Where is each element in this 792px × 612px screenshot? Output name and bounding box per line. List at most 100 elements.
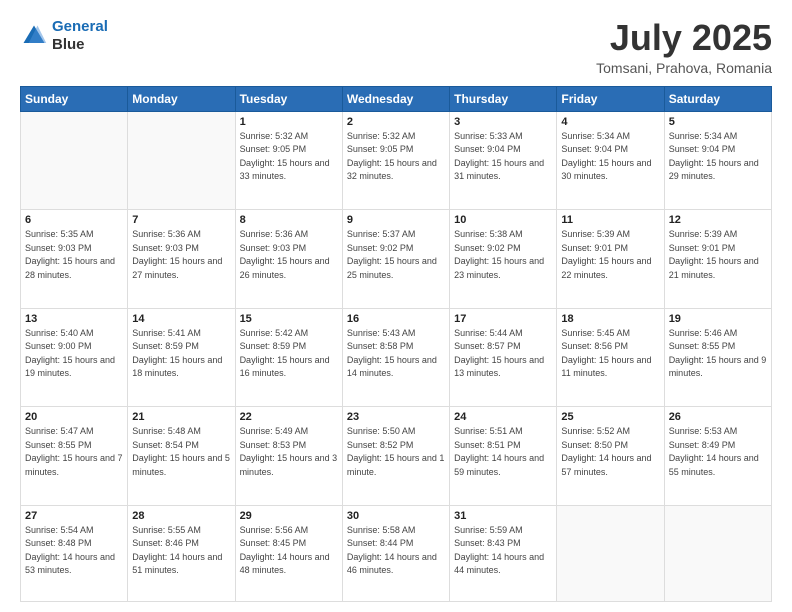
col-tuesday: Tuesday [235,86,342,111]
col-wednesday: Wednesday [342,86,449,111]
table-row: 22 Sunrise: 5:49 AMSunset: 8:53 PMDaylig… [235,407,342,506]
table-row: 17 Sunrise: 5:44 AMSunset: 8:57 PMDaylig… [450,308,557,407]
day-number: 5 [669,116,767,128]
table-row: 15 Sunrise: 5:42 AMSunset: 8:59 PMDaylig… [235,308,342,407]
table-row: 11 Sunrise: 5:39 AMSunset: 9:01 PMDaylig… [557,210,664,309]
day-detail: Sunrise: 5:45 AMSunset: 8:56 PMDaylight:… [561,328,651,379]
table-row: 27 Sunrise: 5:54 AMSunset: 8:48 PMDaylig… [21,505,128,601]
table-row: 20 Sunrise: 5:47 AMSunset: 8:55 PMDaylig… [21,407,128,506]
day-detail: Sunrise: 5:33 AMSunset: 9:04 PMDaylight:… [454,131,544,182]
calendar-week-row: 6 Sunrise: 5:35 AMSunset: 9:03 PMDayligh… [21,210,772,309]
day-number: 10 [454,214,552,226]
day-number: 16 [347,313,445,325]
day-detail: Sunrise: 5:34 AMSunset: 9:04 PMDaylight:… [561,131,651,182]
table-row: 18 Sunrise: 5:45 AMSunset: 8:56 PMDaylig… [557,308,664,407]
day-number: 28 [132,510,230,522]
day-detail: Sunrise: 5:36 AMSunset: 9:03 PMDaylight:… [240,229,330,280]
table-row [21,111,128,210]
day-number: 7 [132,214,230,226]
table-row: 16 Sunrise: 5:43 AMSunset: 8:58 PMDaylig… [342,308,449,407]
table-row: 8 Sunrise: 5:36 AMSunset: 9:03 PMDayligh… [235,210,342,309]
day-detail: Sunrise: 5:34 AMSunset: 9:04 PMDaylight:… [669,131,759,182]
day-detail: Sunrise: 5:32 AMSunset: 9:05 PMDaylight:… [240,131,330,182]
day-number: 19 [669,313,767,325]
day-detail: Sunrise: 5:38 AMSunset: 9:02 PMDaylight:… [454,229,544,280]
table-row: 4 Sunrise: 5:34 AMSunset: 9:04 PMDayligh… [557,111,664,210]
day-detail: Sunrise: 5:47 AMSunset: 8:55 PMDaylight:… [25,426,123,477]
table-row: 24 Sunrise: 5:51 AMSunset: 8:51 PMDaylig… [450,407,557,506]
table-row: 14 Sunrise: 5:41 AMSunset: 8:59 PMDaylig… [128,308,235,407]
table-row: 9 Sunrise: 5:37 AMSunset: 9:02 PMDayligh… [342,210,449,309]
day-number: 12 [669,214,767,226]
day-number: 11 [561,214,659,226]
day-detail: Sunrise: 5:49 AMSunset: 8:53 PMDaylight:… [240,426,338,477]
day-detail: Sunrise: 5:39 AMSunset: 9:01 PMDaylight:… [561,229,651,280]
day-detail: Sunrise: 5:50 AMSunset: 8:52 PMDaylight:… [347,426,445,477]
day-detail: Sunrise: 5:55 AMSunset: 8:46 PMDaylight:… [132,525,222,576]
calendar-week-row: 13 Sunrise: 5:40 AMSunset: 9:00 PMDaylig… [21,308,772,407]
header: General Blue July 2025 Tomsani, Prahova,… [20,18,772,76]
day-detail: Sunrise: 5:37 AMSunset: 9:02 PMDaylight:… [347,229,437,280]
table-row: 21 Sunrise: 5:48 AMSunset: 8:54 PMDaylig… [128,407,235,506]
day-number: 6 [25,214,123,226]
table-row: 3 Sunrise: 5:33 AMSunset: 9:04 PMDayligh… [450,111,557,210]
table-row: 30 Sunrise: 5:58 AMSunset: 8:44 PMDaylig… [342,505,449,601]
page: General Blue July 2025 Tomsani, Prahova,… [0,0,792,612]
day-detail: Sunrise: 5:58 AMSunset: 8:44 PMDaylight:… [347,525,437,576]
table-row: 10 Sunrise: 5:38 AMSunset: 9:02 PMDaylig… [450,210,557,309]
table-row: 23 Sunrise: 5:50 AMSunset: 8:52 PMDaylig… [342,407,449,506]
logo-general: General [52,18,108,35]
day-number: 4 [561,116,659,128]
day-detail: Sunrise: 5:53 AMSunset: 8:49 PMDaylight:… [669,426,759,477]
calendar-table: Sunday Monday Tuesday Wednesday Thursday… [20,86,772,602]
table-row: 7 Sunrise: 5:36 AMSunset: 9:03 PMDayligh… [128,210,235,309]
table-row: 25 Sunrise: 5:52 AMSunset: 8:50 PMDaylig… [557,407,664,506]
table-row: 13 Sunrise: 5:40 AMSunset: 9:00 PMDaylig… [21,308,128,407]
day-number: 25 [561,411,659,423]
day-number: 3 [454,116,552,128]
table-row: 31 Sunrise: 5:59 AMSunset: 8:43 PMDaylig… [450,505,557,601]
day-detail: Sunrise: 5:40 AMSunset: 9:00 PMDaylight:… [25,328,115,379]
day-detail: Sunrise: 5:42 AMSunset: 8:59 PMDaylight:… [240,328,330,379]
table-row: 28 Sunrise: 5:55 AMSunset: 8:46 PMDaylig… [128,505,235,601]
logo: General Blue [20,18,108,54]
day-detail: Sunrise: 5:43 AMSunset: 8:58 PMDaylight:… [347,328,437,379]
day-number: 26 [669,411,767,423]
day-number: 22 [240,411,338,423]
day-detail: Sunrise: 5:41 AMSunset: 8:59 PMDaylight:… [132,328,222,379]
day-detail: Sunrise: 5:35 AMSunset: 9:03 PMDaylight:… [25,229,115,280]
day-number: 18 [561,313,659,325]
title-block: July 2025 Tomsani, Prahova, Romania [596,18,772,76]
col-thursday: Thursday [450,86,557,111]
day-number: 29 [240,510,338,522]
table-row [128,111,235,210]
day-number: 27 [25,510,123,522]
table-row: 19 Sunrise: 5:46 AMSunset: 8:55 PMDaylig… [664,308,771,407]
day-number: 17 [454,313,552,325]
day-number: 2 [347,116,445,128]
table-row: 12 Sunrise: 5:39 AMSunset: 9:01 PMDaylig… [664,210,771,309]
day-detail: Sunrise: 5:48 AMSunset: 8:54 PMDaylight:… [132,426,230,477]
calendar-week-row: 20 Sunrise: 5:47 AMSunset: 8:55 PMDaylig… [21,407,772,506]
day-detail: Sunrise: 5:56 AMSunset: 8:45 PMDaylight:… [240,525,330,576]
day-number: 30 [347,510,445,522]
table-row [557,505,664,601]
day-number: 15 [240,313,338,325]
day-number: 14 [132,313,230,325]
logo-blue: Blue [52,36,85,53]
table-row: 1 Sunrise: 5:32 AMSunset: 9:05 PMDayligh… [235,111,342,210]
table-row: 29 Sunrise: 5:56 AMSunset: 8:45 PMDaylig… [235,505,342,601]
calendar-header-row: Sunday Monday Tuesday Wednesday Thursday… [21,86,772,111]
col-sunday: Sunday [21,86,128,111]
day-detail: Sunrise: 5:54 AMSunset: 8:48 PMDaylight:… [25,525,115,576]
day-number: 1 [240,116,338,128]
table-row: 6 Sunrise: 5:35 AMSunset: 9:03 PMDayligh… [21,210,128,309]
day-detail: Sunrise: 5:39 AMSunset: 9:01 PMDaylight:… [669,229,759,280]
day-detail: Sunrise: 5:51 AMSunset: 8:51 PMDaylight:… [454,426,544,477]
day-detail: Sunrise: 5:46 AMSunset: 8:55 PMDaylight:… [669,328,767,379]
day-number: 23 [347,411,445,423]
table-row [664,505,771,601]
table-row: 2 Sunrise: 5:32 AMSunset: 9:05 PMDayligh… [342,111,449,210]
table-row: 26 Sunrise: 5:53 AMSunset: 8:49 PMDaylig… [664,407,771,506]
calendar-week-row: 1 Sunrise: 5:32 AMSunset: 9:05 PMDayligh… [21,111,772,210]
